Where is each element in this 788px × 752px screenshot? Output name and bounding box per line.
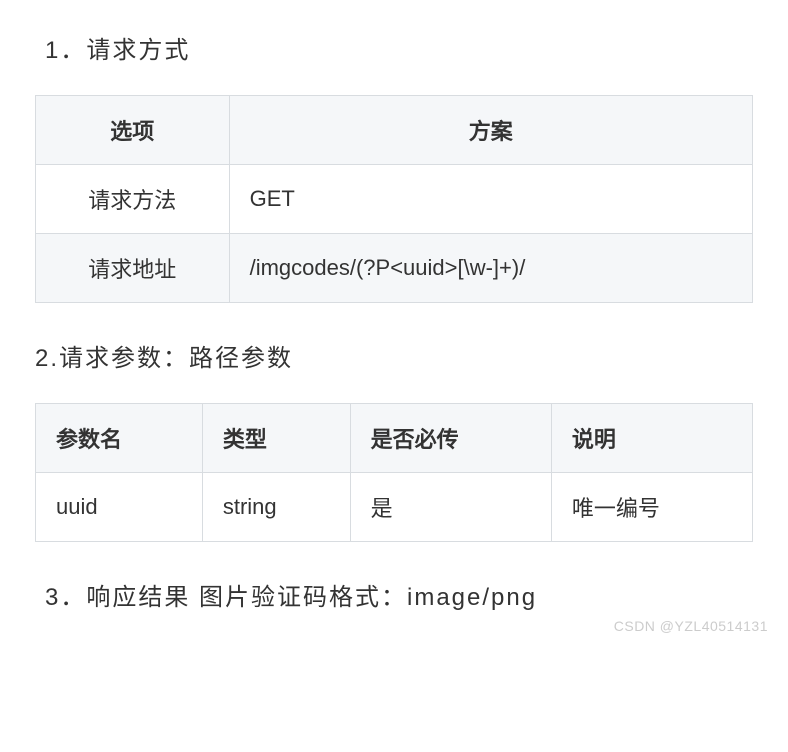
request-params-table: 参数名 类型 是否必传 说明 uuid string 是 唯一编号 <box>35 403 753 542</box>
table1-header-plan: 方案 <box>229 96 752 165</box>
table2-cell: 是 <box>350 473 551 542</box>
watermark: CSDN @YZL40514131 <box>614 618 768 634</box>
section-1-heading: 1．请求方式 <box>35 30 753 65</box>
table-row: 请求方法 GET <box>36 165 753 234</box>
table2-header-required: 是否必传 <box>350 404 551 473</box>
table2-header-desc: 说明 <box>551 404 752 473</box>
table1-header-option: 选项 <box>36 96 230 165</box>
section-2-heading: 2.请求参数：路径参数 <box>35 338 753 373</box>
table2-cell: uuid <box>36 473 203 542</box>
table2-cell: 唯一编号 <box>551 473 752 542</box>
table1-cell: 请求地址 <box>36 234 230 303</box>
request-method-table: 选项 方案 请求方法 GET 请求地址 /imgcodes/(?P<uuid>[… <box>35 95 753 303</box>
table1-cell: /imgcodes/(?P<uuid>[\w-]+)/ <box>229 234 752 303</box>
table1-cell: 请求方法 <box>36 165 230 234</box>
table-row: 请求地址 /imgcodes/(?P<uuid>[\w-]+)/ <box>36 234 753 303</box>
table2-header-type: 类型 <box>202 404 350 473</box>
section-3-heading: 3．响应结果 图片验证码格式：image/png <box>35 577 753 612</box>
table2-header-param: 参数名 <box>36 404 203 473</box>
table-row: uuid string 是 唯一编号 <box>36 473 753 542</box>
table1-cell: GET <box>229 165 752 234</box>
table2-cell: string <box>202 473 350 542</box>
